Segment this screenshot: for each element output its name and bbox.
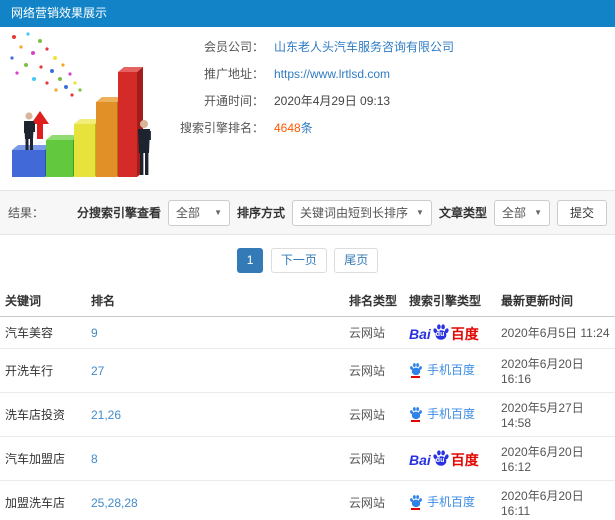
col-rank-type: 排名类型 [344, 285, 404, 317]
keyword-cell: 汽车加盟店 [0, 436, 86, 481]
confetti-dots [10, 32, 82, 97]
chevron-down-icon: ▼ [534, 208, 542, 217]
col-keyword: 关键词 [0, 285, 86, 317]
open-time-row: 开通时间： 2020年4月29日 09:13 [172, 93, 615, 109]
updated-cell: 2020年6月20日 16:16 [496, 348, 615, 393]
member-company-link[interactable]: 山东老人头汽车服务咨询有限公司 [274, 39, 454, 55]
updated-cell: 2020年6月20日 16:12 [496, 436, 615, 481]
filter-bar: 结果： 分搜索引擎查看 全部 ▼ 排序方式 关键词由短到长排序 ▼ 文章类型 全… [0, 190, 615, 235]
filter-controls: 分搜索引擎查看 全部 ▼ 排序方式 关键词由短到长排序 ▼ 文章类型 全部 ▼ … [77, 199, 607, 226]
table-row: 开洗车行 27 云网站 手机百度 2020年6月20日 16:16 [0, 348, 615, 393]
article-type-select[interactable]: 全部 ▼ [493, 199, 550, 226]
pagination: 1 下一页 尾页 [0, 235, 615, 285]
growth-chart-image [10, 32, 151, 177]
updated-cell: 2020年6月20日 16:11 [496, 480, 615, 520]
mobile-baidu-logo: 手机百度 [409, 362, 475, 378]
engine-rank-value: 4648条 [274, 120, 313, 136]
next-page-button[interactable]: 下一页 [270, 248, 327, 273]
rank-link[interactable]: 8 [91, 452, 98, 466]
baidu-logo: Bai du 百度 [409, 449, 479, 467]
engine-filter-label: 分搜索引擎查看 [77, 206, 162, 220]
baidu-paw-icon: du [432, 323, 450, 341]
promo-url-link[interactable]: https://www.lrtlsd.com [274, 66, 390, 82]
rank-link[interactable]: 9 [91, 326, 98, 340]
rank-type-cell: 云网站 [344, 348, 404, 393]
col-rank: 排名 [86, 285, 344, 317]
baidu-paw-icon [409, 406, 423, 422]
mobile-baidu-logo: 手机百度 [409, 406, 475, 422]
table-row: 加盟洗车店 25,28,28 云网站 手机百度 2020年6月20日 16:11 [0, 480, 615, 520]
keyword-cell: 加盟洗车店 [0, 480, 86, 520]
baidu-paw-icon [409, 362, 423, 378]
sort-value: 关键词由短到长排序 [300, 206, 409, 220]
engine-filter-select[interactable]: 全部 ▼ [168, 199, 231, 226]
article-type-value: 全部 [501, 206, 526, 220]
rank-count: 4648 [274, 121, 301, 135]
baidu-logo: Bai du 百度 [409, 323, 479, 341]
updated-cell: 2020年6月5日 11:24 [496, 316, 615, 349]
businessman-left [24, 112, 35, 150]
baidu-paw-icon: du [432, 449, 450, 467]
rank-type-cell: 云网站 [344, 316, 404, 349]
sort-label: 排序方式 [237, 206, 286, 220]
results-table: 关键词 排名 排名类型 搜索引擎类型 最新更新时间 汽车美容 9 云网站 Bai… [0, 285, 615, 520]
submit-button[interactable]: 提交 [556, 199, 607, 226]
keyword-cell: 开洗车行 [0, 348, 86, 393]
page-header: 网络营销效果展示 [0, 0, 615, 27]
engine-filter-value: 全部 [176, 206, 201, 220]
rank-type-cell: 云网站 [344, 436, 404, 481]
sort-select[interactable]: 关键词由短到长排序 ▼ [292, 199, 432, 226]
keyword-cell: 洗车店投资 [0, 392, 86, 437]
member-company-row: 会员公司： 山东老人头汽车服务咨询有限公司 [172, 39, 615, 55]
member-info: 会员公司： 山东老人头汽车服务咨询有限公司 推广地址： https://www.… [172, 27, 615, 190]
table-header-row: 关键词 排名 排名类型 搜索引擎类型 最新更新时间 [0, 285, 615, 317]
bar-chart-illustration [0, 27, 172, 187]
engine-rank-row: 搜索引擎排名： 4648条 [172, 120, 615, 136]
page-title: 网络营销效果展示 [11, 6, 108, 20]
rank-type-cell: 云网站 [344, 392, 404, 437]
open-time-label: 开通时间： [203, 94, 264, 108]
engine-rank-label: 搜索引擎排名： [179, 121, 264, 135]
bar-red [118, 67, 143, 177]
promo-url-label: 推广地址： [203, 67, 264, 81]
chevron-down-icon: ▼ [214, 208, 223, 217]
chevron-down-icon: ▼ [416, 208, 424, 217]
table-row: 汽车加盟店 8 云网站 Bai du 百度 2020年6月20日 16:12 [0, 436, 615, 481]
open-time-value: 2020年4月29日 09:13 [274, 94, 391, 108]
table-row: 汽车美容 9 云网站 Bai du 百度 2020年6月5日 11:24 [0, 316, 615, 349]
result-label: 结果： [8, 206, 45, 220]
page-1-button[interactable]: 1 [236, 248, 264, 273]
rank-unit: 条 [300, 121, 313, 135]
keyword-cell: 汽车美容 [0, 316, 86, 349]
updated-cell: 2020年5月27日 14:58 [496, 392, 615, 437]
last-page-button[interactable]: 尾页 [334, 248, 379, 273]
article-type-label: 文章类型 [438, 206, 487, 220]
baidu-paw-icon [409, 494, 423, 510]
rank-link[interactable]: 21,26 [91, 408, 121, 422]
col-updated: 最新更新时间 [496, 285, 615, 317]
mobile-baidu-logo: 手机百度 [409, 494, 475, 510]
rank-type-cell: 云网站 [344, 480, 404, 520]
rank-link[interactable]: 25,28,28 [91, 496, 138, 510]
rank-link[interactable]: 27 [91, 364, 104, 378]
col-engine-type: 搜索引擎类型 [404, 285, 496, 317]
info-section: 会员公司： 山东老人头汽车服务咨询有限公司 推广地址： https://www.… [0, 27, 615, 190]
member-company-label: 会员公司： [203, 40, 264, 54]
table-row: 洗车店投资 21,26 云网站 手机百度 2020年5月27日 14:58 [0, 392, 615, 437]
promo-url-row: 推广地址： https://www.lrtlsd.com [172, 66, 615, 82]
